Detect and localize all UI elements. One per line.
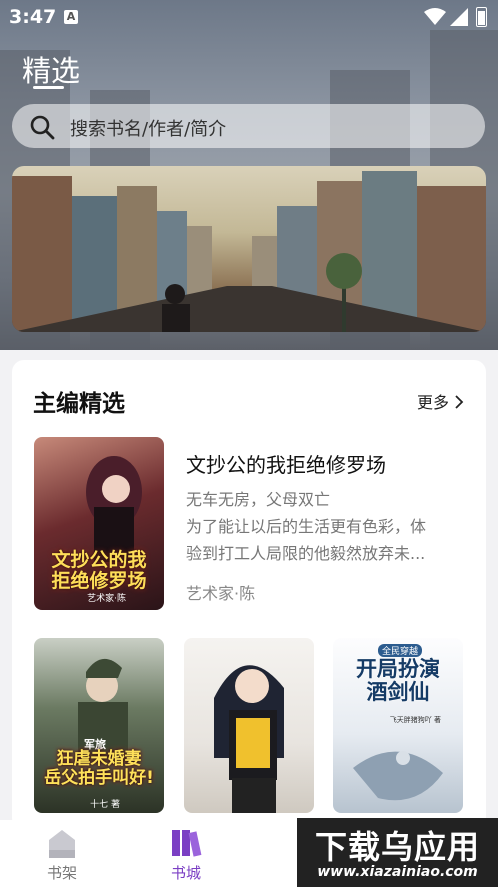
tab-bookshelf[interactable]: 书架 xyxy=(22,820,102,887)
featured-book-author: 艺术家·陈 xyxy=(186,584,256,603)
watermark-main: 下载乌应用 xyxy=(314,828,480,866)
book-cover-author: 飞天胖猪狗吖 著 xyxy=(389,716,441,724)
featured-cover-title: 文抄公的我 拒绝修罗场 xyxy=(34,550,164,592)
cover-title-line: 开局扮演 xyxy=(356,657,440,681)
tab-bookstore[interactable]: 书城 xyxy=(146,820,226,887)
book-cover-title: 狂虐未婚妻 岳父拍手叫好! xyxy=(34,750,164,787)
book-cover[interactable]: 军旅 狂虐未婚妻 岳父拍手叫好! 十七 著 xyxy=(34,638,164,813)
status-time: 3:47 xyxy=(9,6,57,28)
book-cover[interactable]: 全民穿越 开局扮演 酒剑仙 飞天胖猪狗吖 著 xyxy=(333,638,463,813)
editor-picks-card: 主编精选 更多 文抄公的我 拒绝修罗场 艺术家·陈 文抄公的我拒绝修罗场 无车无… xyxy=(12,360,486,830)
cover-title-line: 狂虐未婚妻 xyxy=(56,749,142,769)
cover-title-line: 酒剑仙 xyxy=(366,680,430,705)
cover-title-line: 拒绝修罗场 xyxy=(51,569,147,592)
featured-cover-author: 艺术家·陈 xyxy=(87,594,126,604)
book-cover-author: 十七 著 xyxy=(90,800,120,810)
cover-title-line: 岳父拍手叫好! xyxy=(44,767,154,788)
featured-book-description: 无车无房，父母双亡 为了能让以后的生活更有色彩，体 验到打工人局限的他毅然放弃未… xyxy=(186,486,461,567)
status-bar: 3:47 A xyxy=(0,0,498,34)
watermark-sub: www.xiazainiao.com xyxy=(317,864,478,880)
title-underline xyxy=(33,86,64,89)
search-placeholder: 搜索书名/作者/简介 xyxy=(70,119,227,140)
book-cover-title: 开局扮演 酒剑仙 xyxy=(333,657,463,705)
search-bar[interactable]: 搜索书名/作者/简介 xyxy=(12,104,485,148)
cover-figure xyxy=(214,665,284,813)
more-label: 更多 xyxy=(417,393,450,412)
cover-title-line: 文抄公的我 xyxy=(51,549,147,571)
description-line: 无车无房，父母双亡 xyxy=(186,490,331,509)
book-cover[interactable] xyxy=(184,638,314,813)
bookshelf-icon xyxy=(49,830,75,858)
watermark-logo: 下载乌应用 www.xiazainiao.com xyxy=(297,818,498,887)
tab-label: 书架 xyxy=(46,864,77,882)
chevron-right-icon xyxy=(455,395,464,409)
wifi-icon xyxy=(424,8,446,25)
search-icon xyxy=(30,115,55,140)
cover-tag: 全民穿越 xyxy=(378,644,423,657)
battery-icon xyxy=(476,7,487,27)
banner-image[interactable] xyxy=(12,166,486,332)
page-title: 精选 xyxy=(22,54,81,88)
featured-book-title[interactable]: 文抄公的我拒绝修罗场 xyxy=(186,449,386,478)
more-link[interactable]: 更多 xyxy=(417,389,464,413)
tab-label: 书城 xyxy=(170,864,201,882)
section-title: 主编精选 xyxy=(33,391,125,417)
banner-illustration xyxy=(12,171,486,332)
signal-icon xyxy=(450,8,468,26)
featured-book-cover[interactable]: 文抄公的我 拒绝修罗场 艺术家·陈 xyxy=(34,437,164,610)
bookstore-icon xyxy=(172,830,202,857)
description-line: 验到打工人局限的他毅然放弃未... xyxy=(186,544,426,563)
notification-icon: A xyxy=(64,10,78,24)
description-line: 为了能让以后的生活更有色彩，体 xyxy=(186,517,427,536)
